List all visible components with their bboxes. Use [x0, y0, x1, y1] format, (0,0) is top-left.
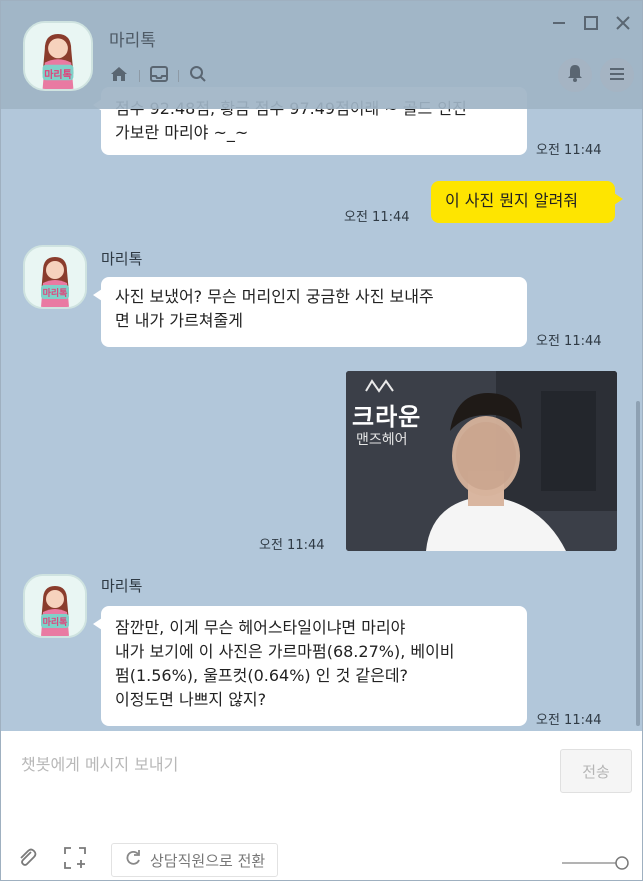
message-text-line: 잠깐만, 이게 무슨 헤어스타일이냐면 마리야 [115, 618, 406, 637]
photo-message[interactable]: 크라운 맨즈헤어 [346, 371, 617, 551]
notification-button[interactable] [558, 58, 592, 92]
message-text-line: 사진 보냈어? 무슨 머리인지 궁금한 사진 보내주 [115, 287, 434, 306]
message-text-line: 이정도면 나쁘지 않지? [115, 690, 267, 709]
svg-text:마리톡: 마리톡 [43, 287, 68, 299]
message-time: 오전 11:44 [259, 538, 325, 553]
message-input-area: 챗봇에게 메시지 보내기 전송 상담직원으로 전환 [1, 731, 642, 880]
menu-button[interactable] [600, 58, 634, 92]
message-time: 오전 11:44 [536, 143, 602, 158]
message-text-line: 가보란 마리야 ~_~ [115, 123, 249, 142]
message-text-line: 면 내가 가르쳐줄게 [115, 311, 243, 330]
photo-overlay-text: 크라운 [352, 403, 422, 431]
message-text-line: 내가 보기에 이 사진은 가르마펌(68.27%), 베이비 [115, 642, 455, 661]
mari-avatar-icon: 마리톡 [25, 247, 85, 307]
header-toolbar [109, 65, 207, 87]
bot-avatar[interactable]: 마리톡 [23, 574, 87, 638]
bell-icon [567, 64, 583, 86]
close-icon[interactable] [616, 15, 630, 34]
inbox-icon[interactable] [150, 66, 168, 86]
bot-avatar[interactable]: 마리톡 [23, 245, 87, 309]
chat-scrollbar[interactable] [636, 401, 640, 726]
profile-avatar[interactable]: 마리톡 [23, 21, 93, 91]
window-controls [552, 15, 630, 34]
send-button[interactable]: 전송 [560, 749, 632, 793]
chat-title: 마리톡 [109, 31, 156, 51]
message-time: 오전 11:44 [344, 210, 410, 225]
chat-header: 마리톡 마리톡 [1, 1, 642, 109]
mari-avatar-icon: 마리톡 [25, 576, 85, 636]
toolbar-divider [139, 70, 140, 82]
opacity-slider[interactable] [562, 855, 630, 870]
message-time: 오전 11:44 [536, 334, 602, 349]
svg-text:마리톡: 마리톡 [43, 616, 68, 628]
message-time: 오전 11:44 [536, 713, 602, 728]
chat-area[interactable]: 점수 92.48점, 황금 점수 97.49점이래 ~ 골드 인진 가보란 마리… [1, 1, 642, 731]
home-icon[interactable] [109, 65, 129, 87]
message-text: 이 사진 뭔지 알려줘 [445, 191, 579, 210]
maximize-icon[interactable] [584, 15, 598, 34]
transfer-label: 상담직원으로 전환 [150, 851, 266, 870]
input-toolbar: 상담직원으로 전환 [15, 843, 279, 877]
message-text-line: 펌(1.56%), 울프컷(0.64%) 인 것 같은데? [115, 666, 409, 685]
user-message-bubble: 이 사진 뭔지 알려줘 [431, 181, 623, 223]
message-input[interactable]: 챗봇에게 메시지 보내기 [21, 751, 178, 775]
attachment-icon[interactable] [15, 846, 39, 874]
capture-icon[interactable] [63, 846, 87, 874]
search-icon[interactable] [189, 65, 207, 87]
transfer-to-agent-button[interactable]: 상담직원으로 전환 [111, 843, 279, 877]
refresh-icon [124, 849, 142, 871]
bot-message-bubble: 사진 보냈어? 무슨 머리인지 궁금한 사진 보내주 면 내가 가르쳐줄게 [93, 277, 527, 347]
minimize-icon[interactable] [552, 15, 566, 34]
toolbar-divider [178, 70, 179, 82]
sender-name: 마리톡 [101, 577, 143, 595]
chat-window: 점수 92.48점, 황금 점수 97.49점이래 ~ 골드 인진 가보란 마리… [0, 0, 643, 881]
menu-icon [609, 66, 625, 85]
sender-name: 마리톡 [101, 250, 143, 268]
avatar-label: 마리톡 [44, 70, 72, 81]
photo-overlay-subtext: 맨즈헤어 [356, 432, 408, 448]
bot-message-bubble: 잠깐만, 이게 무슨 헤어스타일이냐면 마리야 내가 보기에 이 사진은 가르마… [93, 606, 527, 726]
